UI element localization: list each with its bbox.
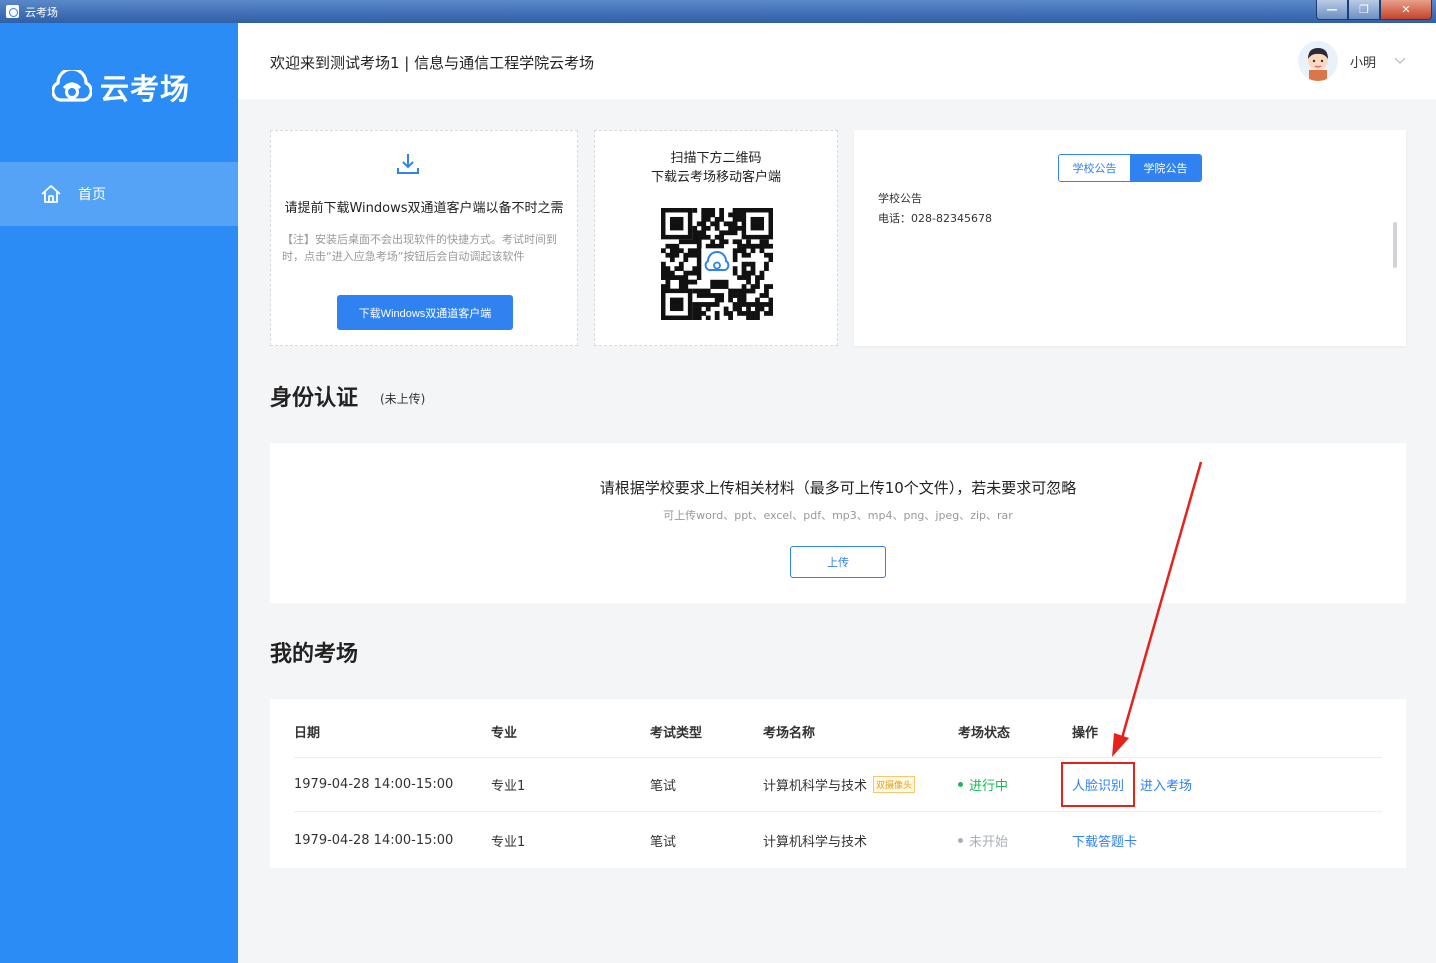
exam-status-text: 进行中 — [969, 779, 1009, 794]
cloud-logo-icon — [52, 70, 92, 102]
upload-instruction: 请根据学校要求上传相关材料（最多可上传10个文件），若未要求可忽略 — [599, 479, 1077, 497]
status-dot-icon — [958, 837, 963, 843]
identity-section-title: 身份认证 — [270, 386, 359, 411]
exam-status: 未开始 — [958, 813, 1008, 867]
minimize-icon: — — [1326, 3, 1338, 16]
home-icon — [41, 185, 61, 203]
minimize-button[interactable]: — — [1316, 0, 1348, 20]
exam-status-text: 未开始 — [969, 834, 1009, 850]
chevron-down-icon[interactable] — [1394, 57, 1406, 65]
download-client-button[interactable]: 下载Windows双通道客户端 — [337, 295, 513, 330]
exams-table: 日期 专业 考试类型 考场名称 考场状态 操作 1979-04-28 14:00… — [270, 699, 1406, 868]
table-row: 1979-04-28 14:00-15:00 专业1 笔试 计算机科学与技术 未… — [294, 813, 1382, 867]
exam-name: 计算机科学与技术 — [763, 834, 868, 850]
column-header-status: 考场状态 — [958, 725, 1011, 741]
notice-scrollbar[interactable] — [1393, 222, 1397, 268]
app-logo: 云考场 — [52, 66, 190, 108]
user-name: 小明 — [1349, 55, 1376, 71]
avatar-face-icon — [1307, 48, 1328, 81]
exam-date: 1979-04-28 14:00-15:00 — [294, 777, 454, 792]
identity-status: (未上传) — [380, 392, 426, 406]
download-answer-sheet-link[interactable]: 下载答题卡 — [1072, 831, 1137, 850]
window-title: 云考场 — [25, 6, 58, 19]
qr-card-text: 扫描下方二维码 下载云考场移动客户端 — [595, 149, 837, 187]
sidebar: 云考场 首页 — [0, 23, 238, 963]
tab-college-notice[interactable]: 学院公告 — [1130, 155, 1201, 181]
exam-name-cell: 计算机科学与技术 — [763, 813, 867, 867]
notice-phone: 电话：028-82345678 — [878, 212, 992, 225]
column-header-name: 考场名称 — [763, 725, 816, 741]
qr-code-icon — [661, 208, 773, 320]
avatar — [1297, 41, 1338, 81]
notice-heading: 学校公告 — [878, 192, 922, 205]
dual-camera-badge: 双摄像头 — [873, 776, 916, 793]
exam-actions: 下载答题卡 — [1072, 813, 1137, 867]
sidebar-item-label: 首页 — [78, 187, 106, 203]
top-header: 欢迎来到测试考场1 | 信息与通信工程学院云考场 小明 — [238, 23, 1436, 99]
exam-type: 笔试 — [650, 779, 677, 794]
upload-card: 请根据学校要求上传相关材料（最多可上传10个文件），若未要求可忽略 可上传wor… — [270, 443, 1406, 603]
table-header: 日期 专业 考试类型 考场名称 考场状态 操作 — [294, 705, 1382, 758]
download-client-card: 请提前下载Windows双通道客户端以备不时之需 【注】安装后桌面不会出现软件的… — [270, 130, 578, 346]
exam-status: 进行中 — [958, 758, 1008, 811]
exam-date: 1979-04-28 14:00-15:00 — [294, 832, 454, 848]
notice-tabs: 学校公告 学院公告 — [1058, 154, 1202, 182]
column-header-major: 专业 — [491, 725, 518, 741]
download-card-title: 请提前下载Windows双通道客户端以备不时之需 — [284, 201, 564, 216]
tab-school-notice[interactable]: 学校公告 — [1059, 155, 1130, 181]
window-controls: — ❐ ✕ — [1316, 0, 1432, 20]
download-icon — [397, 154, 419, 174]
restore-button[interactable]: ❐ — [1348, 0, 1380, 20]
close-icon: ✕ — [1401, 3, 1411, 16]
enter-exam-link[interactable]: 进入考场 — [1140, 775, 1192, 794]
restore-icon: ❐ — [1359, 3, 1369, 16]
exams-section-title: 我的考场 — [270, 642, 359, 667]
close-button[interactable]: ✕ — [1380, 0, 1432, 20]
column-header-date: 日期 — [294, 725, 321, 741]
qr-code-card: 扫描下方二维码 下载云考场移动客户端 — [594, 130, 838, 346]
qr-line-1: 扫描下方二维码 — [670, 151, 762, 166]
annotation-highlight-box — [1061, 762, 1135, 807]
sidebar-item-home[interactable]: 首页 — [0, 162, 238, 226]
upload-button[interactable]: 上传 — [790, 546, 886, 578]
exam-major: 专业1 — [491, 779, 526, 794]
notice-card: 学校公告 学院公告 学校公告 电话：028-82345678 — [854, 130, 1406, 346]
logo-text: 云考场 — [100, 72, 191, 106]
qr-line-2: 下载云考场移动客户端 — [650, 170, 781, 185]
table-row: 1979-04-28 14:00-15:00 专业1 笔试 计算机科学与技术 双… — [294, 758, 1382, 812]
status-dot-icon — [958, 782, 963, 787]
exam-type: 笔试 — [650, 834, 677, 850]
upload-formats: 可上传word、ppt、excel、pdf、mp3、mp4、png、jpeg、z… — [663, 509, 1013, 522]
user-menu[interactable]: 小明 — [1297, 41, 1406, 81]
exam-name: 计算机科学与技术 — [763, 779, 868, 794]
download-card-note: 【注】安装后桌面不会出现软件的快捷方式。考试时间到时，点击“进入应急考场”按钮后… — [282, 233, 557, 263]
page-title: 欢迎来到测试考场1 | 信息与通信工程学院云考场 — [270, 54, 595, 72]
exam-name-cell: 计算机科学与技术 双摄像头 — [763, 758, 916, 811]
app-icon — [6, 5, 19, 18]
window-titlebar: 云考场 — ❐ ✕ — [0, 0, 1436, 23]
column-header-type: 考试类型 — [650, 725, 703, 741]
column-header-actions: 操作 — [1072, 725, 1099, 741]
exam-major: 专业1 — [491, 834, 526, 850]
